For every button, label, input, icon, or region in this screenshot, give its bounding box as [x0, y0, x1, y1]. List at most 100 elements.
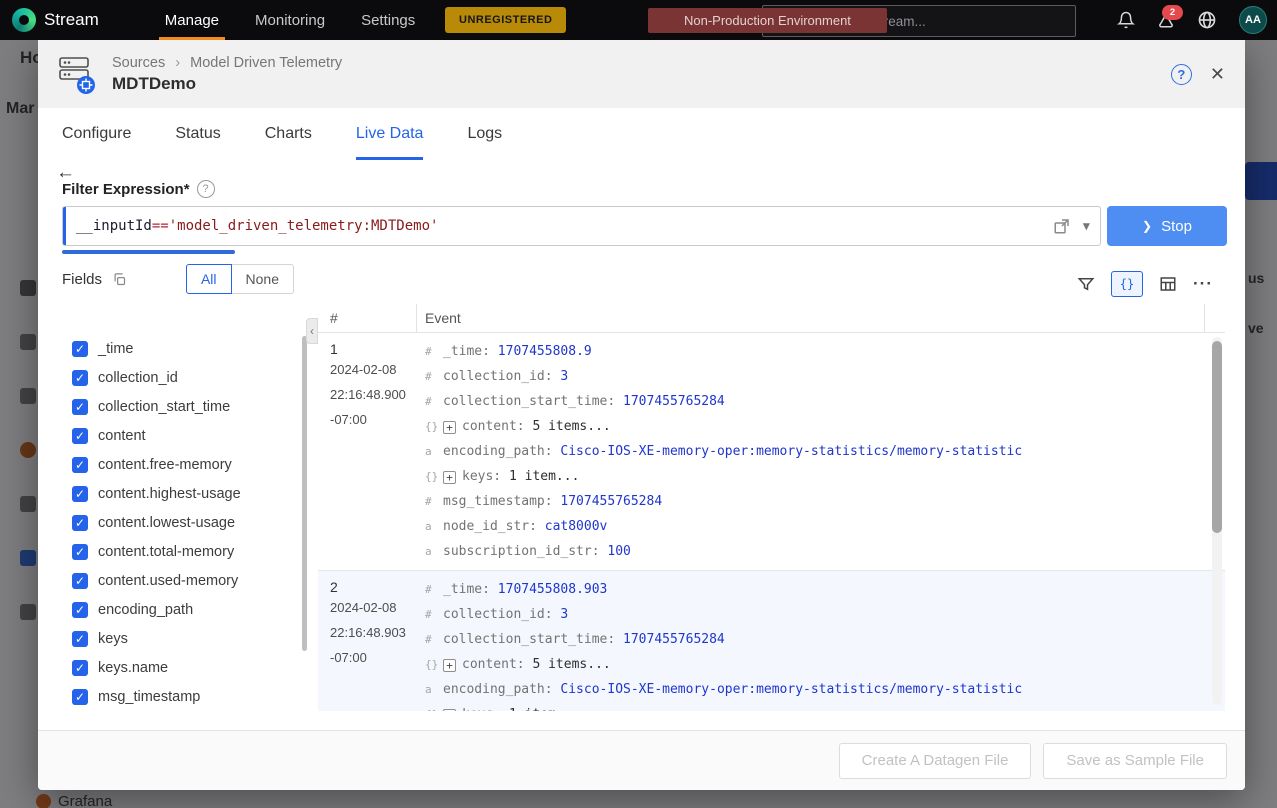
event-field-line: # collection_id: 3 [425, 602, 1217, 627]
field-label: msg_timestamp [98, 688, 201, 705]
copy-icon[interactable] [112, 272, 127, 287]
tab-charts[interactable]: Charts [265, 108, 312, 160]
top-nav: Stream Manage Monitoring Settings UNREGI… [0, 0, 1277, 40]
modal-header: Sources › Model Driven Telemetry MDTDemo… [38, 40, 1245, 109]
field-checkbox[interactable]: ✓ [72, 630, 88, 647]
collapse-panel-handle[interactable]: ‹ [306, 318, 318, 344]
live-data-content: ← Filter Expression* ? __inputId =='model… [38, 160, 1245, 730]
fields-all-button[interactable]: All [185, 264, 232, 294]
field-row[interactable]: ✓ _time [62, 334, 294, 363]
expand-icon[interactable]: + [443, 471, 456, 484]
type-num-icon: # [425, 370, 432, 383]
field-row[interactable]: ✓ collection_start_time [62, 392, 294, 421]
nav-monitoring[interactable]: Monitoring [237, 0, 343, 40]
tab-live-data[interactable]: Live Data [355, 108, 424, 160]
chevron-down-icon[interactable]: ▼ [1083, 219, 1090, 233]
type-num-icon: # [425, 495, 432, 508]
expand-icon[interactable]: + [443, 421, 456, 434]
field-checkbox[interactable]: ✓ [72, 688, 88, 705]
field-checkbox[interactable]: ✓ [72, 514, 88, 531]
field-label: collection_start_time [98, 398, 231, 415]
field-row[interactable]: ✓ content.highest-usage [62, 479, 294, 508]
field-checkbox[interactable]: ✓ [72, 543, 88, 560]
field-checkbox[interactable]: ✓ [72, 456, 88, 473]
fields-scrollbar[interactable] [302, 336, 307, 651]
filter-funnel-icon[interactable] [1077, 275, 1095, 293]
avatar[interactable]: AA [1239, 6, 1267, 34]
environment-banner: Non-Production Environment [648, 8, 887, 33]
type-obj-icon: {} [425, 470, 439, 483]
scrollbar-thumb[interactable] [1212, 341, 1222, 533]
field-checkbox[interactable]: ✓ [72, 572, 88, 589]
field-checkbox[interactable]: ✓ [72, 659, 88, 676]
field-row[interactable]: ✓ content.total-memory [62, 537, 294, 566]
event-cell: # _time: 1707455808.903 # collection_id: 3 #… [417, 571, 1225, 711]
stop-button-label: Stop [1161, 217, 1192, 235]
table-view-icon[interactable] [1159, 275, 1177, 293]
modal-titles: Sources › Model Driven Telemetry MDTDemo [112, 55, 342, 94]
globe-help-icon[interactable] [1197, 10, 1217, 30]
events-scrollbar[interactable] [1212, 337, 1222, 705]
nav-icons: 2 AA [1117, 0, 1267, 40]
field-row[interactable]: ✓ keys [62, 624, 294, 653]
fields-none-button[interactable]: None [230, 264, 294, 294]
tab-configure[interactable]: Configure [62, 108, 131, 160]
close-icon[interactable]: ✕ [1210, 64, 1225, 85]
breadcrumb-separator: › [175, 54, 181, 71]
expand-editor-icon[interactable] [1053, 217, 1071, 235]
field-checkbox[interactable]: ✓ [72, 369, 88, 386]
type-obj-icon: {} [425, 658, 439, 671]
field-row[interactable]: ✓ content.used-memory [62, 566, 294, 595]
expand-icon[interactable]: + [443, 659, 456, 672]
field-row[interactable]: ✓ msg_timestamp [62, 682, 294, 711]
field-row[interactable]: ✓ content [62, 421, 294, 450]
more-options-icon[interactable]: ··· [1193, 274, 1213, 294]
event-field-line: # _time: 1707455808.9 [425, 339, 1217, 364]
field-checkbox[interactable]: ✓ [72, 398, 88, 415]
column-header-num[interactable]: # [318, 304, 417, 332]
type-str-icon: a [425, 445, 432, 458]
brand[interactable]: Stream [12, 8, 99, 32]
notifications-bell-icon[interactable] [1117, 11, 1135, 29]
stop-button[interactable]: ❯ Stop [1107, 206, 1227, 246]
table-row[interactable]: 2 2024-02-08 22:16:48.903 -07:00 # _time: 170… [318, 571, 1225, 711]
nav-settings[interactable]: Settings [343, 0, 433, 40]
event-cell: # _time: 1707455808.9 # collection_id: 3 # co… [417, 333, 1225, 570]
filter-expression-input[interactable]: __inputId =='model_driven_telemetry:MDTDe… [62, 206, 1101, 246]
field-checkbox[interactable]: ✓ [72, 340, 88, 357]
lab-flask-icon[interactable]: 2 [1157, 5, 1183, 29]
field-row[interactable]: ✓ keys.name [62, 653, 294, 682]
event-field-line: # collection_id: 3 [425, 364, 1217, 389]
table-row[interactable]: 1 2024-02-08 22:16:48.900 -07:00 # _time: 170… [318, 333, 1225, 571]
save-sample-button[interactable]: Save as Sample File [1043, 742, 1227, 779]
field-checkbox[interactable]: ✓ [72, 601, 88, 618]
nav-manage[interactable]: Manage [147, 0, 237, 40]
event-field-line: a subscription_id_str: 100 [425, 539, 1217, 564]
field-checkbox[interactable]: ✓ [72, 427, 88, 444]
json-view-button[interactable]: {} [1111, 271, 1144, 297]
filter-expression-label: Filter Expression* [62, 180, 190, 198]
filter-help-icon[interactable]: ? [196, 180, 215, 198]
field-row[interactable]: ✓ content.free-memory [62, 450, 294, 479]
expression-string: 'model_driven_telemetry:MDTDemo' [168, 218, 439, 234]
type-obj-icon: {} [425, 420, 439, 433]
events-table: {} ··· # Event 1 2024-02-08 22:16:48.900 -0… [318, 264, 1225, 711]
field-row[interactable]: ✓ content.lowest-usage [62, 508, 294, 537]
field-row[interactable]: ✓ collection_id [62, 363, 294, 392]
field-label: collection_id [98, 369, 178, 386]
tab-logs[interactable]: Logs [467, 108, 502, 160]
tab-status[interactable]: Status [175, 108, 220, 160]
field-row[interactable]: ✓ encoding_path [62, 595, 294, 624]
field-label: content.lowest-usage [98, 514, 236, 531]
breadcrumb-section[interactable]: Sources [112, 55, 165, 71]
screen: Ho Mar us ve Grafana Stream Manage Monit… [0, 0, 1277, 808]
event-field-line: # collection_start_time: 1707455765284 [425, 389, 1217, 414]
event-field-line: a encoding_path: Cisco-IOS-XE-memory-oper… [425, 439, 1217, 464]
help-icon[interactable]: ? [1170, 63, 1192, 85]
expand-icon[interactable]: + [443, 709, 456, 711]
field-checkbox[interactable]: ✓ [72, 485, 88, 502]
field-label: content.used-memory [98, 572, 239, 589]
event-field-line: # _time: 1707455808.903 [425, 577, 1217, 602]
create-datagen-button[interactable]: Create A Datagen File [838, 742, 1032, 779]
column-header-event[interactable]: Event [417, 304, 1204, 332]
